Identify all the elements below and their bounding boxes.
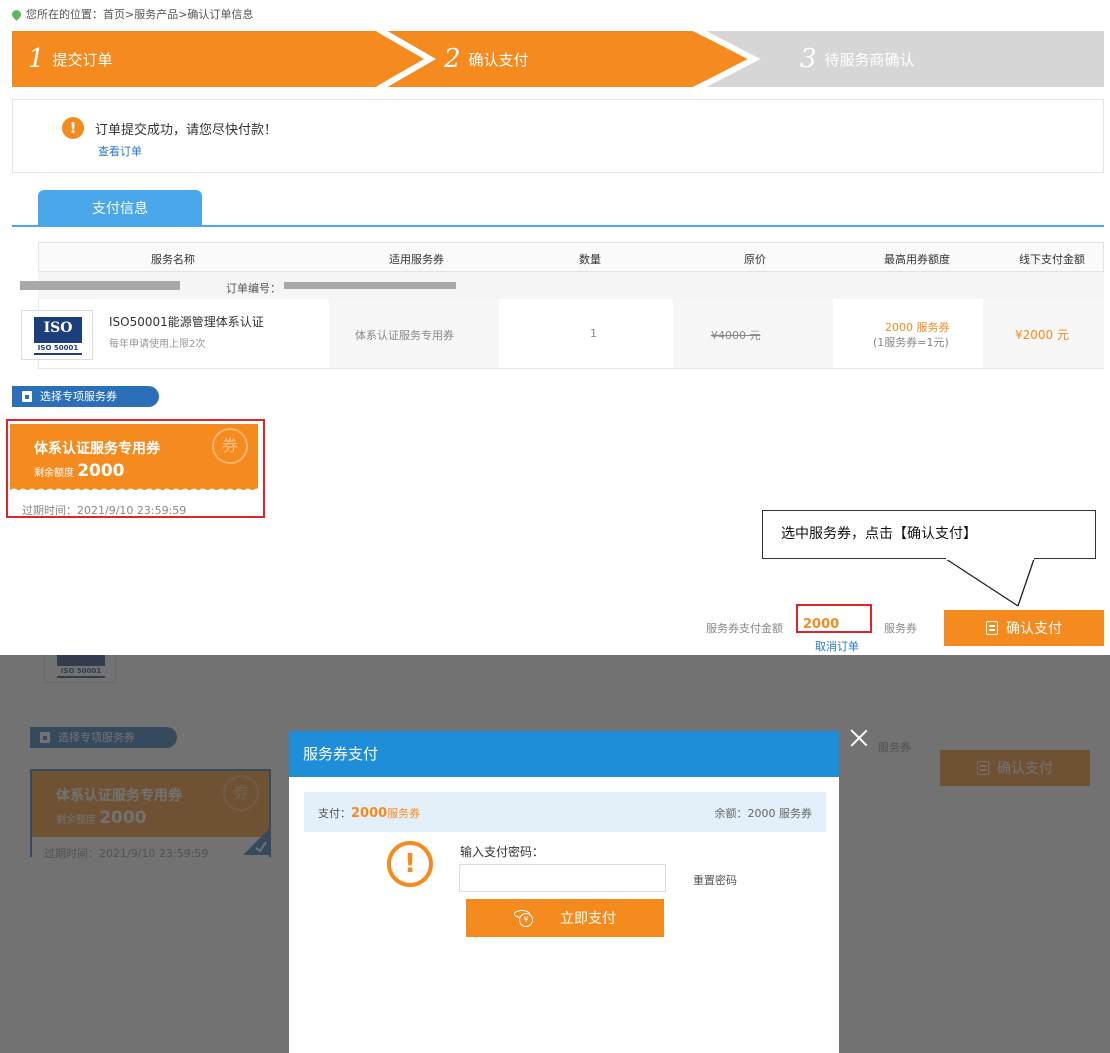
step-3-number: 3 — [800, 44, 817, 74]
pay-amount: 支付：2000服务券 — [318, 805, 420, 821]
pay-now-button[interactable]: 立即支付 — [466, 899, 664, 937]
product-name[interactable]: ISO50001能源管理体系认证 — [109, 313, 264, 330]
confirm-payment-button[interactable]: 确认支付 — [944, 610, 1104, 646]
order-confirm-page: 您所在的位置： 首页>服务产品>确认订单信息 1 提交订单 2 确认支付 3 待服… — [0, 0, 1110, 655]
choose-coupon-button[interactable]: 选择专项服务券 — [12, 386, 159, 407]
instruction-callout: 选中服务券，点击【确认支付】 — [762, 510, 1096, 559]
tab-payment-info[interactable]: 支付信息 — [38, 190, 202, 226]
reset-password-link[interactable]: 重置密码 — [693, 872, 737, 888]
col-coupon: 适用服务券 — [389, 253, 444, 266]
product-limit: 每年申请使用上限2次 — [109, 339, 206, 350]
tab-underline — [12, 225, 1104, 227]
pay-prefix: 支付： — [318, 807, 351, 820]
pay-unit: 服务券 — [387, 807, 421, 820]
col-quantity: 数量 — [579, 253, 601, 266]
document-icon — [986, 621, 998, 635]
redacted-order-number — [284, 282, 456, 289]
choose-coupon-label: 选择专项服务券 — [40, 390, 117, 403]
step-3-label: 待服务商确认 — [824, 50, 915, 69]
breadcrumb: 您所在的位置： 首页>服务产品>确认订单信息 — [10, 6, 253, 22]
cancel-order-link[interactable]: 取消订单 — [815, 638, 859, 654]
step-1-number: 1 — [28, 44, 45, 74]
coins-icon — [514, 910, 533, 927]
callout-pointer — [945, 558, 1035, 607]
payment-modal-screen: ISO ISO 50001 选择专项服务券 体系认证服务专用券 剩余额度 200… — [0, 655, 1110, 1053]
step-1-label: 提交订单 — [52, 50, 113, 69]
pay-now-label: 立即支付 — [560, 911, 616, 927]
step-3: 3 待服务商确认 — [800, 31, 915, 87]
col-max-coupon: 最高用券额度 — [884, 253, 950, 266]
product-image: ISO ISO 50001 — [21, 310, 93, 360]
confirm-payment-label: 确认支付 — [1006, 621, 1062, 637]
amount-highlight-box — [796, 604, 872, 633]
quantity: 1 — [590, 327, 597, 340]
coupon-payment-dialog: 服务券支付 支付：2000服务券 余额：2000 服务券 ! 输入支付密码： 重… — [289, 731, 839, 1053]
coupon-type: 体系认证服务专用券 — [355, 329, 454, 342]
step-2: 2 确认支付 — [444, 31, 529, 87]
iso-logo-sub: ISO 50001 — [34, 343, 82, 353]
coupon-pay-amount-label: 服务券支付金额 — [706, 622, 783, 635]
offline-amount: ¥2000 元 — [1015, 328, 1069, 342]
col-original-price: 原价 — [744, 253, 766, 266]
col-service-name: 服务名称 — [151, 253, 195, 266]
coupon-unit-label: 服务券 — [884, 622, 917, 635]
view-order-link[interactable]: 查看订单 — [98, 143, 142, 159]
step-2-label: 确认支付 — [468, 50, 529, 69]
payment-summary: 支付：2000服务券 余额：2000 服务券 — [304, 792, 826, 832]
breadcrumb-path[interactable]: 首页>服务产品>确认订单信息 — [103, 6, 253, 22]
balance: 余额：2000 服务券 — [714, 807, 813, 820]
dialog-title: 服务券支付 — [289, 731, 839, 777]
order-number-row: 订单编号： — [20, 272, 1104, 299]
iso-logo-text: ISO — [43, 320, 73, 336]
col-offline-amount: 线下支付金额 — [1019, 253, 1085, 266]
coupon-icon — [22, 391, 32, 402]
payment-password-input[interactable] — [459, 864, 666, 892]
warning-icon: ! — [387, 841, 433, 887]
max-coupon-note: (1服务券=1元) — [873, 336, 949, 349]
exclamation-icon: ! — [62, 117, 84, 139]
table-row: ISO ISO 50001 ISO50001能源管理体系认证 每年申请使用上限2… — [21, 299, 1104, 369]
close-icon[interactable] — [848, 727, 870, 749]
location-pin-icon — [10, 7, 23, 21]
original-price: ¥4000 元 — [711, 329, 761, 342]
max-coupon: 2000 服务券 — [885, 321, 950, 334]
iso-logo: ISO ISO 50001 — [34, 317, 82, 355]
progress-steps: 1 提交订单 2 确认支付 3 待服务商确认 — [12, 31, 1104, 87]
breadcrumb-prefix: 您所在的位置： — [26, 8, 103, 21]
step-2-number: 2 — [444, 44, 461, 74]
pay-value: 2000 — [351, 806, 388, 821]
redacted-field — [20, 281, 180, 290]
table-header: 服务名称 适用服务券 数量 原价 最高用券额度 线下支付金额 — [38, 242, 1104, 272]
coupon-highlight-box — [6, 419, 265, 518]
order-number-label: 订单编号： — [226, 282, 281, 295]
notice-message: 订单提交成功，请您尽快付款！ — [95, 123, 278, 138]
steps-background — [12, 31, 1104, 87]
step-1: 1 提交订单 — [28, 31, 113, 87]
password-label: 输入支付密码： — [460, 845, 545, 859]
